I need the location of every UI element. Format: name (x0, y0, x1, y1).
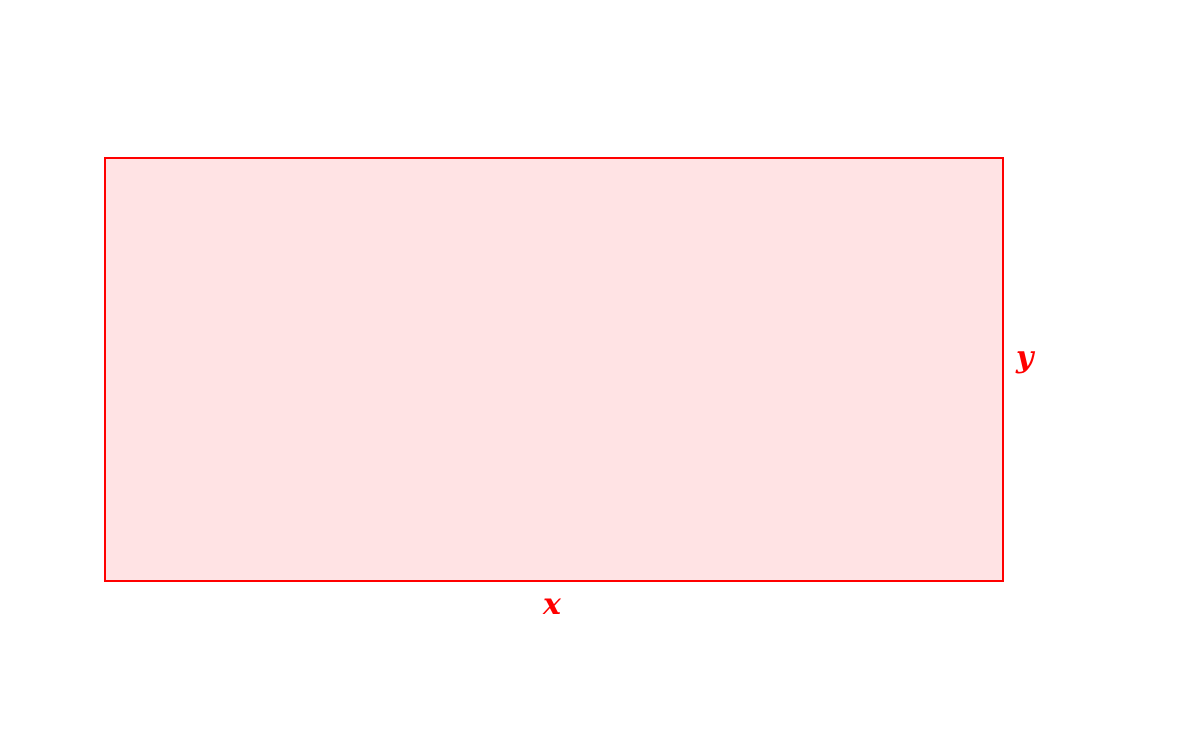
height-label: y (1016, 340, 1034, 375)
rectangle-shape (104, 157, 1004, 582)
diagram-canvas: x y (0, 0, 1200, 729)
width-label: x (543, 587, 561, 622)
